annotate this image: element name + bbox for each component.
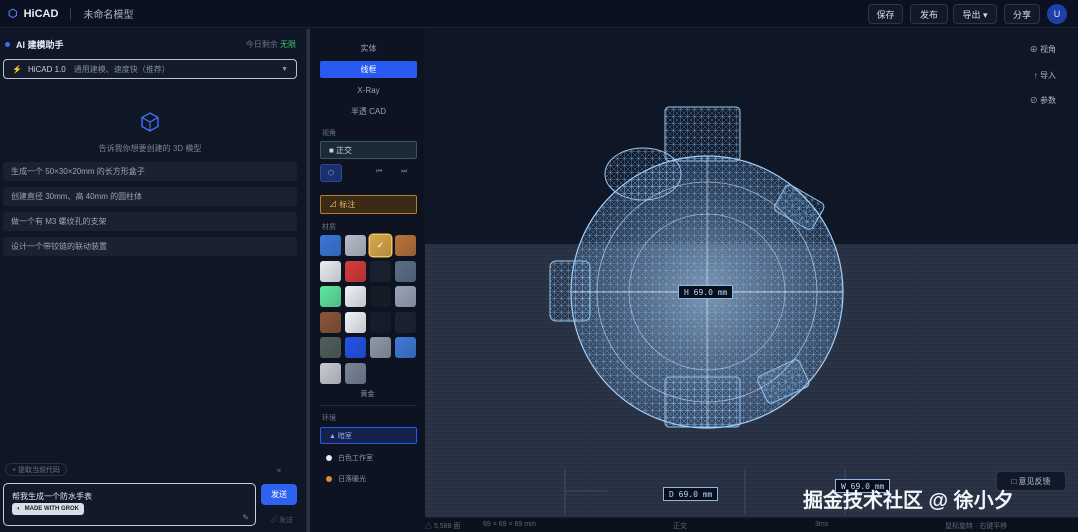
- view-cube-button[interactable]: ⬡: [320, 164, 342, 182]
- projection-select[interactable]: ■ 正交: [320, 141, 417, 159]
- material-swatch[interactable]: [345, 235, 366, 256]
- send-shortcut-hint: ⏎ 发送: [270, 517, 293, 524]
- save-button[interactable]: 保存: [868, 4, 903, 24]
- dimension-depth: D 69.0 mm: [663, 487, 719, 501]
- annotate-button[interactable]: ⊿ 标注: [320, 195, 417, 214]
- step-forward-icon[interactable]: ⏭: [401, 168, 407, 176]
- ai-assistant-panel: AI 建模助手 今日剩余 无限 ⚡ HiCAD 1.0 通用建模、速度快（推荐）…: [0, 29, 307, 532]
- grok-badge: ◐ MADE WITH GROK: [12, 503, 84, 515]
- material-swatch[interactable]: [395, 235, 416, 256]
- material-swatch[interactable]: [320, 311, 341, 333]
- projection-label: 视角: [322, 130, 336, 137]
- dimension-height: H 69.0 mm: [678, 285, 734, 299]
- publish-button[interactable]: 发布: [910, 4, 948, 24]
- material-swatch[interactable]: [395, 260, 416, 282]
- material-swatch[interactable]: [395, 311, 416, 333]
- white-dot-icon: [326, 455, 332, 461]
- model-name[interactable]: 未命名模型: [83, 6, 133, 21]
- suggestion-item[interactable]: 创建直径 30mm、高 40mm 的圆柱体: [3, 187, 297, 206]
- projection-status: 正交: [673, 523, 687, 530]
- material-swatch[interactable]: [345, 362, 366, 384]
- assistant-title: AI 建模助手: [5, 38, 64, 51]
- env-label: 白色工作室: [338, 455, 373, 462]
- mode-solid[interactable]: 实体: [320, 40, 417, 57]
- status-bar: △ 5,588 面 69 × 69 × 69 mm 正交 3ms 鼠标旋转 · …: [425, 517, 1078, 532]
- material-swatch[interactable]: [345, 311, 366, 333]
- material-swatch[interactable]: ✓: [370, 235, 391, 256]
- quota-label: 今日剩余: [245, 40, 278, 49]
- env-dark-room[interactable]: ▲ 暗室: [320, 427, 417, 444]
- lightning-icon: ⚡: [12, 64, 22, 74]
- assistant-title-text: AI 建模助手: [16, 40, 64, 50]
- material-swatch[interactable]: [320, 260, 341, 282]
- material-swatch[interactable]: [345, 337, 366, 358]
- watermark: 掘金技术社区 @ 徐小夕: [803, 490, 1014, 512]
- hexagon-logo-icon: ⬡: [8, 8, 18, 20]
- chat-input[interactable]: 帮我生成一个防水手表 ◐ MADE WITH GROK ✎: [3, 483, 256, 526]
- close-icon[interactable]: ✕: [276, 467, 282, 475]
- app-logo[interactable]: ⬡ HiCAD: [8, 7, 59, 21]
- 3d-viewport[interactable]: ⊕ 视角 ↑ 导入 ⊘ 参数 H 69.0 mm D 69.0 mm W 69.…: [425, 29, 1078, 532]
- grok-badge-text: MADE WITH GROK: [24, 506, 79, 512]
- model-size: 69 × 69 × 69 mm: [483, 521, 536, 528]
- model-select-name: HiCAD 1.0: [27, 64, 66, 74]
- top-bar: ⬡ HiCAD 未命名模型 保存 发布 导出 ▾ 分享 U: [0, 0, 1078, 28]
- divider: [70, 7, 72, 20]
- mode-semi-cad[interactable]: 半透 CAD: [320, 103, 417, 120]
- orange-dot-icon: [326, 476, 332, 482]
- material-swatch[interactable]: [395, 337, 416, 358]
- material-swatch[interactable]: [320, 362, 341, 384]
- suggestion-item[interactable]: 生成一个 50×30×20mm 的长方形盒子: [3, 162, 297, 181]
- wireframe-render: [425, 29, 1078, 532]
- render-time: 3ms: [815, 521, 829, 528]
- share-button[interactable]: 分享: [1004, 4, 1040, 24]
- material-swatch[interactable]: [370, 337, 391, 358]
- suggestion-item[interactable]: 设计一个带铰链的联动装置: [3, 237, 297, 256]
- material-swatch[interactable]: [320, 235, 341, 256]
- material-swatch[interactable]: [370, 286, 391, 307]
- material-swatch[interactable]: [345, 286, 366, 307]
- environment-label: 环境: [322, 415, 336, 422]
- mode-xray[interactable]: X-Ray: [320, 82, 417, 99]
- material-swatch[interactable]: [370, 311, 391, 333]
- app-name: HiCAD: [23, 7, 59, 20]
- render-settings-panel: 实体 线框 X-Ray 半透 CAD 视角 ■ 正交 ⬡ ⏮ ⏭ ⊿ 标注 材质…: [310, 29, 425, 532]
- avatar[interactable]: U: [1047, 4, 1067, 24]
- grok-logo-icon: ◐: [17, 506, 21, 512]
- pencil-icon[interactable]: ✎: [242, 513, 249, 522]
- params-tool[interactable]: ⊘ 参数: [1030, 95, 1056, 106]
- chevron-down-icon: ▼: [281, 65, 288, 73]
- cube-icon: [141, 112, 159, 132]
- step-back-icon[interactable]: ⏮: [376, 168, 382, 176]
- view-tool[interactable]: ⊕ 视角: [1030, 44, 1056, 55]
- mode-wireframe[interactable]: 线框: [320, 61, 417, 78]
- suggestion-item[interactable]: 做一个有 M3 螺纹孔的支架: [3, 212, 297, 231]
- material-swatch[interactable]: [320, 337, 341, 358]
- material-swatch[interactable]: [345, 260, 366, 282]
- env-sunset[interactable]: 日落暖光: [326, 474, 366, 484]
- model-select[interactable]: ⚡ HiCAD 1.0 通用建模、速度快（推荐） ▼: [3, 59, 297, 79]
- material-swatch[interactable]: [370, 260, 391, 282]
- export-button[interactable]: 导出 ▾: [953, 4, 997, 24]
- empty-hint: 告诉我你想要创建的 3D 模型: [98, 144, 202, 153]
- divider: [320, 405, 417, 406]
- material-swatch[interactable]: [395, 286, 416, 307]
- import-tool[interactable]: ↑ 导入: [1034, 70, 1056, 81]
- send-button[interactable]: 发送: [261, 484, 297, 505]
- env-white-studio[interactable]: 白色工作室: [326, 453, 373, 463]
- chat-input-text[interactable]: 帮我生成一个防水手表: [12, 491, 92, 502]
- material-name: 黄金: [360, 391, 375, 398]
- status-dot-icon: [5, 42, 10, 47]
- env-label: 日落暖光: [338, 476, 366, 483]
- quota: 今日剩余 无限: [246, 39, 296, 50]
- material-label: 材质: [322, 224, 336, 231]
- material-swatch[interactable]: [320, 286, 341, 307]
- quota-value: 无限: [280, 40, 296, 49]
- face-count: △ 5,588 面: [425, 523, 461, 530]
- model-select-desc: 通用建模、速度快（推荐）: [73, 64, 170, 74]
- controls-hint: 鼠标旋转 · 右键平移: [945, 523, 1008, 530]
- extract-code-button[interactable]: + 提取当前代码: [5, 463, 68, 476]
